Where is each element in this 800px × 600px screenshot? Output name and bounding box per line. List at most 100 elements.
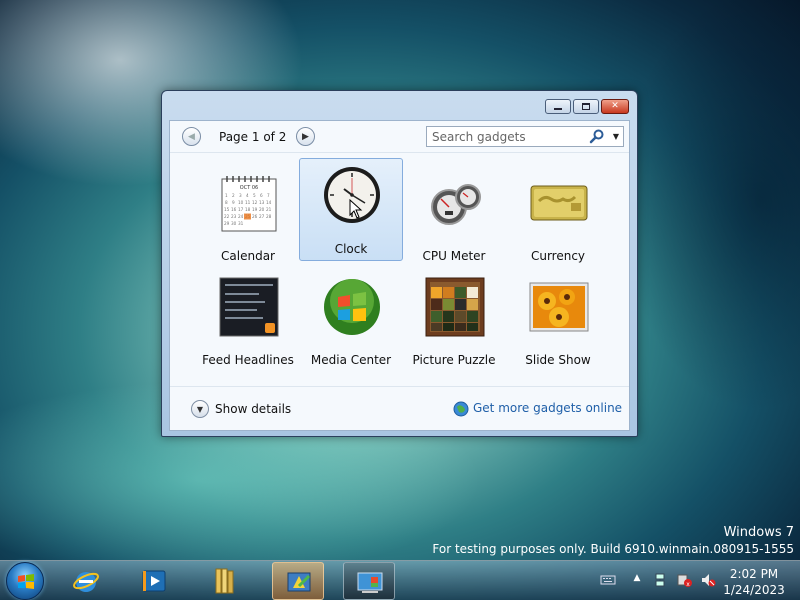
- gadget-tile-slide-show[interactable]: Slide Show: [506, 272, 610, 375]
- gadget-tile-media-center[interactable]: Media Center: [299, 272, 403, 375]
- volume-muted-icon[interactable]: [700, 572, 716, 588]
- show-details-button[interactable]: ▼: [191, 400, 209, 418]
- calendar-icon: OCT 06 1234567 8 9 10 11 12 13 14 15 16 17 18 19 20…: [221, 176, 277, 232]
- gadgets-content: ◀ Page 1 of 2 ▶ ▼: [169, 120, 630, 431]
- keyboard-icon[interactable]: [600, 572, 616, 588]
- svg-text:x: x: [686, 581, 690, 588]
- gadget-tile-feed-headlines[interactable]: Feed Headlines: [196, 272, 300, 375]
- mouse-cursor-icon: [349, 199, 363, 219]
- gadgets-footer: ▼ Show details Get more gadgets online: [170, 386, 629, 430]
- start-button[interactable]: [6, 562, 44, 600]
- svg-text:31: 31: [238, 221, 244, 226]
- svg-text:1: 1: [225, 193, 228, 198]
- arrow-left-icon: ◀: [188, 131, 195, 142]
- page-indicator: Page 1 of 2: [219, 130, 287, 144]
- next-page-button[interactable]: ▶: [296, 127, 315, 146]
- svg-text:8: 8: [225, 200, 228, 205]
- windows-logo-icon: [18, 574, 34, 589]
- svg-text:3: 3: [239, 193, 242, 198]
- currency-icon: [530, 185, 588, 221]
- svg-text:24: 24: [238, 214, 244, 219]
- gadget-label: Picture Puzzle: [412, 353, 496, 367]
- gadget-tile-picture-puzzle[interactable]: Picture Puzzle: [402, 272, 506, 375]
- gadgets-window: ✕ ◀ Page 1 of 2 ▶ ▼: [161, 90, 638, 437]
- network-icon[interactable]: [652, 572, 668, 588]
- svg-text:15: 15: [224, 207, 230, 212]
- search-input[interactable]: [427, 127, 587, 146]
- svg-text:12: 12: [252, 200, 258, 205]
- svg-text:16: 16: [231, 207, 237, 212]
- svg-text:9: 9: [232, 200, 235, 205]
- taskbar-libraries[interactable]: [198, 562, 250, 600]
- build-watermark: Windows 7 For testing purposes only. Bui…: [432, 524, 794, 557]
- svg-text:2: 2: [232, 193, 235, 198]
- taskbar-desktop-gadgets[interactable]: [343, 562, 395, 600]
- close-icon: ✕: [611, 101, 619, 111]
- gadget-label: Clock: [334, 242, 368, 256]
- gadget-label: Media Center: [310, 353, 392, 367]
- close-button[interactable]: ✕: [601, 99, 629, 114]
- svg-text:7: 7: [267, 193, 270, 198]
- internet-explorer-icon: [73, 572, 99, 592]
- minimize-icon: [554, 108, 562, 110]
- search-dropdown-button[interactable]: ▼: [609, 127, 623, 146]
- svg-text:21: 21: [266, 207, 272, 212]
- svg-text:19: 19: [252, 207, 258, 212]
- svg-text:22: 22: [224, 214, 230, 219]
- slide-show-icon: [529, 282, 589, 332]
- get-more-gadgets-link[interactable]: Get more gadgets online: [473, 401, 622, 415]
- svg-text:10: 10: [238, 200, 244, 205]
- clock-date: 1/24/2023: [723, 583, 785, 597]
- calendar-month-text: OCT 06: [240, 185, 258, 191]
- gadget-label: Calendar: [221, 249, 275, 263]
- libraries-folder-icon: [215, 568, 234, 594]
- show-details-label[interactable]: Show details: [215, 402, 291, 416]
- watermark-os: Windows 7: [723, 525, 794, 540]
- svg-text:14: 14: [266, 200, 272, 205]
- gadget-label: Feed Headlines: [202, 353, 294, 367]
- minimize-button[interactable]: [545, 99, 571, 114]
- search-box: ▼: [426, 126, 624, 147]
- chevron-down-icon: ▼: [196, 404, 204, 414]
- svg-text:28: 28: [266, 214, 272, 219]
- arrow-right-icon: ▶: [302, 131, 309, 142]
- svg-text:23: 23: [231, 214, 237, 219]
- gadget-label: CPU Meter: [422, 249, 486, 263]
- svg-text:30: 30: [231, 221, 237, 226]
- gadget-tile-currency[interactable]: Currency: [506, 168, 610, 271]
- picture-puzzle-icon: [425, 277, 485, 337]
- gadget-tile-calendar[interactable]: OCT 06 1234567 8 9 10 11 12 13 14 15 16 17 18 19 20…: [196, 168, 300, 271]
- system-clock[interactable]: 2:02 PM 1/24/2023: [722, 566, 786, 598]
- taskbar: ▲ x 2:02 PM 1/24/2023: [0, 560, 800, 600]
- svg-text:4: 4: [246, 193, 249, 198]
- svg-text:11: 11: [245, 200, 251, 205]
- svg-text:6: 6: [260, 193, 263, 198]
- gadgets-toolbar: ◀ Page 1 of 2 ▶ ▼: [170, 121, 629, 153]
- globe-icon: [453, 401, 469, 417]
- gadget-label: Currency: [530, 249, 586, 263]
- media-player-icon: [142, 570, 166, 592]
- window-controls: ✕: [545, 99, 629, 114]
- feed-headlines-icon: [219, 277, 279, 337]
- gadget-tile-clock[interactable]: Clock: [299, 158, 403, 261]
- previous-page-button[interactable]: ◀: [182, 127, 201, 146]
- maximize-button[interactable]: [573, 99, 599, 114]
- gadget-tile-cpu-meter[interactable]: CPU Meter: [402, 168, 506, 271]
- search-icon[interactable]: [589, 128, 605, 144]
- svg-text:29: 29: [224, 221, 230, 226]
- taskbar-media-player[interactable]: [128, 562, 180, 600]
- svg-text:13: 13: [259, 200, 265, 205]
- gadget-label: Slide Show: [525, 353, 591, 367]
- taskbar-internet-explorer[interactable]: [60, 562, 112, 600]
- maximize-icon: [582, 103, 590, 110]
- show-hidden-icons-icon[interactable]: ▲: [629, 573, 645, 589]
- clock-time: 2:02 PM: [729, 567, 779, 581]
- svg-text:27: 27: [259, 214, 265, 219]
- chevron-down-icon: ▼: [612, 132, 620, 141]
- svg-text:18: 18: [245, 207, 251, 212]
- svg-text:26: 26: [252, 214, 258, 219]
- gadgets-gallery-icon: [357, 572, 383, 593]
- media-center-icon: [324, 279, 380, 335]
- action-center-icon[interactable]: x: [676, 572, 692, 588]
- taskbar-control-panel[interactable]: [272, 562, 324, 600]
